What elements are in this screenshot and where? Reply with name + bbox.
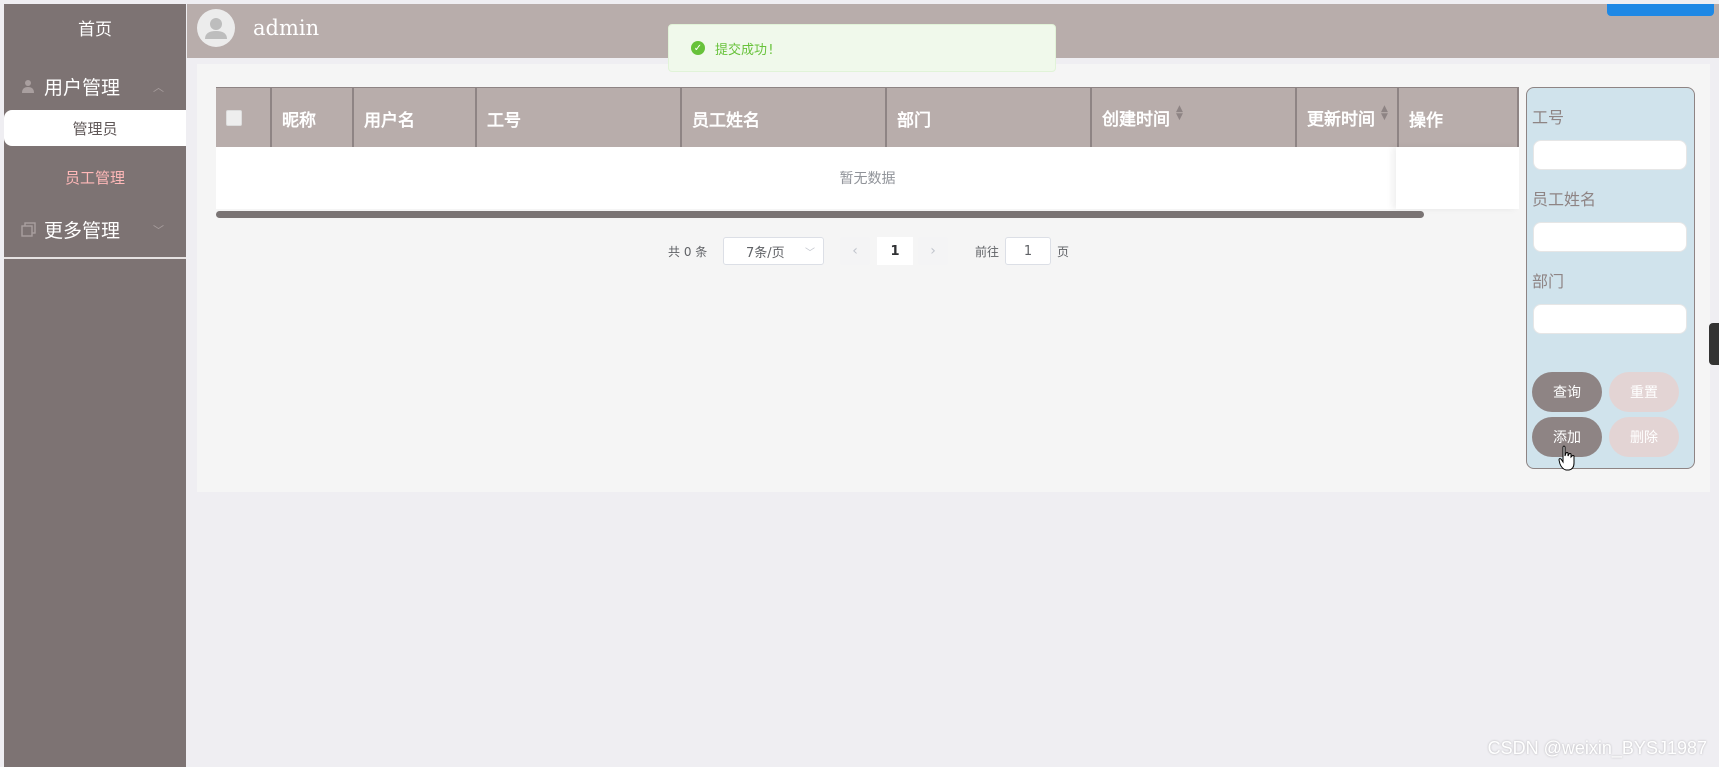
- column-header-label: 员工姓名: [692, 110, 760, 131]
- success-toast: ✓ 提交成功!: [668, 24, 1056, 72]
- page-size-value: 7条/页: [746, 245, 785, 261]
- column-header-label: 工号: [487, 110, 521, 131]
- browser-extension-badge[interactable]: [1607, 4, 1714, 16]
- sidebar-group-label: 更多管理: [44, 219, 121, 242]
- prev-page-button[interactable]: ‹: [840, 237, 870, 265]
- field-label-employee-name: 员工姓名: [1532, 190, 1597, 209]
- sidebar-item-label: 管理员: [72, 119, 118, 138]
- avatar[interactable]: [197, 9, 235, 47]
- sidebar: 首页 用户管理 ︿ 管理员 员工管理 更多管理 ﹀: [4, 4, 186, 767]
- field-label-employee-id: 工号: [1532, 108, 1565, 127]
- watermark: CSDN @weixin_BYSJ1987: [1487, 738, 1707, 758]
- sidebar-group-user-management[interactable]: 用户管理 ︿: [4, 61, 186, 111]
- column-header-label: 昵称: [282, 110, 316, 131]
- chevron-right-icon: ›: [930, 243, 936, 259]
- chevron-down-icon: ﹀: [153, 224, 164, 237]
- column-header-updated-time[interactable]: 更新时间 ▲ ▼: [1297, 88, 1399, 148]
- column-header-label: 创建时间: [1102, 110, 1170, 130]
- select-all-checkbox[interactable]: [226, 110, 242, 126]
- page-number-current[interactable]: 1: [877, 237, 913, 265]
- page-size-select[interactable]: 7条/页 ﹀: [723, 237, 824, 265]
- copy-icon: [20, 221, 36, 237]
- side-drawer-tab[interactable]: [1709, 323, 1719, 365]
- column-header-username: 用户名: [354, 88, 477, 148]
- next-page-button[interactable]: ›: [918, 237, 948, 265]
- sidebar-group-label: 用户管理: [44, 76, 121, 99]
- employee-name-input[interactable]: [1533, 222, 1687, 252]
- avatar-user-icon: [205, 18, 227, 39]
- page-suffix-label: 页: [1057, 245, 1070, 259]
- sidebar-divider: [4, 257, 186, 259]
- data-table: 昵称 用户名 工号 员工姓名 部门 创建时间 ▲ ▼ 更新时间 ▲ ▼ 操作 暂无数…: [216, 87, 1519, 218]
- pagination-total: 共 0 条: [668, 245, 708, 259]
- search-panel: 工号 员工姓名 部门 查询 重置 添加 删除: [1526, 87, 1695, 469]
- column-header-label: 用户名: [364, 110, 415, 131]
- user-icon: [20, 78, 36, 94]
- column-header-label: 部门: [897, 110, 931, 131]
- column-header-department: 部门: [887, 88, 1092, 148]
- chevron-down-icon: ﹀: [805, 248, 815, 259]
- column-header-employee-id: 工号: [477, 88, 682, 148]
- hand-cursor-icon: [1558, 445, 1575, 471]
- table-header: 昵称 用户名 工号 员工姓名 部门 创建时间 ▲ ▼ 更新时间 ▲ ▼ 操作: [216, 87, 1519, 148]
- query-button[interactable]: 查询: [1532, 372, 1602, 412]
- employee-id-input[interactable]: [1533, 140, 1687, 170]
- sidebar-item-employee[interactable]: 员工管理: [4, 159, 186, 195]
- column-header-nickname: 昵称: [272, 88, 354, 148]
- sidebar-group-more-management[interactable]: 更多管理 ﹀: [4, 204, 186, 254]
- column-header-label: 操作: [1409, 110, 1443, 131]
- sort-icon[interactable]: ▲ ▼: [1176, 105, 1183, 122]
- column-header-created-time[interactable]: 创建时间 ▲ ▼: [1092, 88, 1297, 148]
- chevron-up-icon: ︿: [153, 81, 164, 94]
- horizontal-scrollbar[interactable]: [216, 211, 1424, 218]
- table-body: 暂无数据: [216, 147, 1519, 209]
- chevron-left-icon: ‹: [852, 243, 858, 259]
- sidebar-item-label: 员工管理: [64, 168, 125, 187]
- field-label-department: 部门: [1532, 272, 1565, 291]
- check-circle-icon: ✓: [691, 41, 705, 55]
- goto-label: 前往: [975, 245, 1000, 259]
- column-header-label: 更新时间: [1307, 110, 1375, 130]
- sort-icon[interactable]: ▲ ▼: [1381, 105, 1388, 122]
- empty-text: 暂无数据: [839, 171, 896, 187]
- sidebar-item-admin[interactable]: 管理员: [4, 110, 186, 146]
- goto-page-input[interactable]: 1: [1005, 237, 1051, 265]
- column-header-employee-name: 员工姓名: [682, 88, 887, 148]
- reset-button[interactable]: 重置: [1609, 372, 1679, 412]
- username: admin: [253, 16, 320, 40]
- delete-button[interactable]: 删除: [1609, 417, 1679, 457]
- select-all-cell: [216, 88, 272, 148]
- department-input[interactable]: [1533, 304, 1687, 334]
- toast-message: 提交成功!: [715, 42, 775, 58]
- sidebar-item-home[interactable]: 首页: [4, 4, 186, 50]
- column-header-actions: 操作: [1399, 88, 1519, 148]
